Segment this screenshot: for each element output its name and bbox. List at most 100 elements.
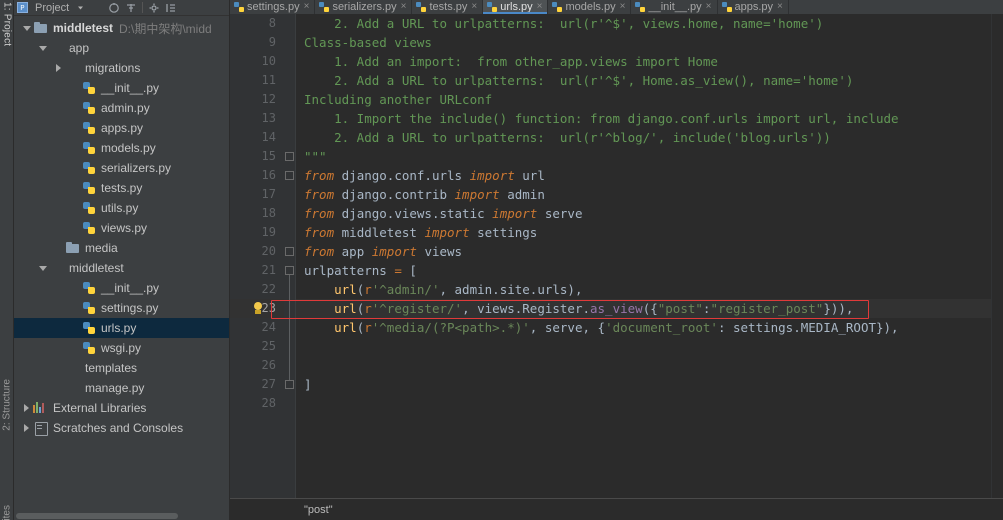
line-number[interactable]: 24 <box>230 318 284 337</box>
line-number[interactable]: 28 <box>230 394 284 413</box>
code-line-10[interactable]: 1. Add an import: from other_app.views i… <box>304 52 1003 71</box>
code-line-27[interactable]: ] <box>304 375 1003 394</box>
editor-tab-serializers-py[interactable]: serializers.py × <box>315 0 413 14</box>
close-icon[interactable]: × <box>537 2 543 12</box>
settings-gear-icon[interactable] <box>148 2 160 14</box>
line-number[interactable]: 16 <box>230 166 284 185</box>
chevron-down-icon[interactable] <box>36 258 49 278</box>
tree-item-wsgi-py[interactable]: wsgi.py <box>14 338 229 358</box>
code-line-24[interactable]: url(r'^media/(?P<path>.*)', serve, {'doc… <box>304 318 1003 337</box>
line-number[interactable]: 9 <box>230 33 284 52</box>
chevron-right-icon[interactable] <box>20 418 33 438</box>
line-number[interactable]: 11 <box>230 71 284 90</box>
tree-item--init-py[interactable]: __init__.py <box>14 78 229 98</box>
tree-item-scratches-and-consoles[interactable]: Scratches and Consoles <box>14 418 229 438</box>
code-line-17[interactable]: from django.contrib import admin <box>304 185 1003 204</box>
tree-item-utils-py[interactable]: utils.py <box>14 198 229 218</box>
scrollbar-thumb[interactable] <box>16 513 178 519</box>
line-number[interactable]: 12 <box>230 90 284 109</box>
chevron-right-icon[interactable] <box>20 398 33 418</box>
code-line-16[interactable]: from django.conf.urls import url <box>304 166 1003 185</box>
close-icon[interactable]: × <box>706 2 712 12</box>
chevron-right-icon[interactable] <box>52 58 65 78</box>
line-number[interactable]: 18 <box>230 204 284 223</box>
chevron-down-icon[interactable] <box>36 38 49 58</box>
tree-item-manage-py[interactable]: manage.py <box>14 378 229 398</box>
tool-window-button-favorites[interactable]: Favorites <box>1 505 12 520</box>
code-line-11[interactable]: 2. Add a URL to urlpatterns: url(r'^$', … <box>304 71 1003 90</box>
tree-item-external-libraries[interactable]: External Libraries <box>14 398 229 418</box>
line-number[interactable]: 17 <box>230 185 284 204</box>
line-number[interactable]: 25 <box>230 337 284 356</box>
hide-panel-icon[interactable] <box>165 2 177 14</box>
code-line-25[interactable] <box>304 337 1003 356</box>
editor-tab-urls-py[interactable]: urls.py × <box>483 0 549 14</box>
close-icon[interactable]: × <box>620 2 626 12</box>
close-icon[interactable]: × <box>471 2 477 12</box>
code-line-18[interactable]: from django.views.static import serve <box>304 204 1003 223</box>
line-number-gutter[interactable]: 8 9 10 11 12 13 14 15 16 17 18 19 20 21 22 23 24 25 26 27 28 <box>230 14 284 498</box>
fold-toggle-icon[interactable] <box>285 247 294 256</box>
tree-item-models-py[interactable]: models.py <box>14 138 229 158</box>
tree-item-views-py[interactable]: views.py <box>14 218 229 238</box>
line-number[interactable]: 13 <box>230 109 284 128</box>
expand-all-icon[interactable] <box>125 2 137 14</box>
code-line-12[interactable]: Including another URLconf <box>304 90 1003 109</box>
code-line-9[interactable]: Class-based views <box>304 33 1003 52</box>
editor-scrollbar[interactable] <box>991 14 1003 498</box>
fold-toggle-icon[interactable] <box>285 380 294 389</box>
project-horizontal-scrollbar[interactable] <box>14 510 229 520</box>
line-number[interactable]: 8 <box>230 14 284 33</box>
chevron-down-icon[interactable] <box>74 2 86 14</box>
code-line-21[interactable]: urlpatterns = [ <box>304 261 1003 280</box>
tree-item-admin-py[interactable]: admin.py <box>14 98 229 118</box>
tree-item-app[interactable]: app <box>14 38 229 58</box>
fold-toggle-icon[interactable] <box>285 152 294 161</box>
code-folding-column[interactable] <box>284 14 296 498</box>
editor-tab-settings-py[interactable]: settings.py × <box>230 0 316 14</box>
tree-item-settings-py[interactable]: settings.py <box>14 298 229 318</box>
line-number[interactable]: 10 <box>230 52 284 71</box>
code-line-23[interactable]: url(r'^register/', views.Register.as_vie… <box>296 299 1003 318</box>
close-icon[interactable]: × <box>304 2 310 12</box>
line-number[interactable]: 20 <box>230 242 284 261</box>
lightbulb-intention-icon[interactable] <box>252 302 264 316</box>
tree-item-tests-py[interactable]: tests.py <box>14 178 229 198</box>
tree-item--init-py[interactable]: __init__.py <box>14 278 229 298</box>
editor-tab--init-py[interactable]: __init__.py × <box>631 0 718 14</box>
editor-tab-models-py[interactable]: models.py × <box>548 0 632 14</box>
tree-item-media[interactable]: media <box>14 238 229 258</box>
code-line-19[interactable]: from middletest import settings <box>304 223 1003 242</box>
code-line-8[interactable]: 2. Add a URL to urlpatterns: url(r'^$', … <box>304 14 1003 33</box>
code-text[interactable]: 2. Add a URL to urlpatterns: url(r'^$', … <box>296 14 1003 498</box>
project-tree[interactable]: middletest D:\期中架构\midd app migrations __ini… <box>14 16 229 510</box>
code-line-14[interactable]: 2. Add a URL to urlpatterns: url(r'^blog… <box>304 128 1003 147</box>
close-icon[interactable]: × <box>401 2 407 12</box>
code-line-13[interactable]: 1. Import the include() function: from d… <box>304 109 1003 128</box>
line-number[interactable]: 15 <box>230 147 284 166</box>
code-line-15[interactable]: """ <box>304 147 1003 166</box>
line-number[interactable]: 26 <box>230 356 284 375</box>
editor-tab-tests-py[interactable]: tests.py × <box>412 0 484 14</box>
tool-window-button-structure[interactable]: 2: Structure <box>1 379 12 431</box>
tree-item-apps-py[interactable]: apps.py <box>14 118 229 138</box>
fold-toggle-icon[interactable] <box>285 266 294 275</box>
line-number[interactable]: 14 <box>230 128 284 147</box>
tree-item-middletest[interactable]: middletest D:\期中架构\midd <box>14 18 229 38</box>
close-icon[interactable]: × <box>777 2 783 12</box>
code-line-22[interactable]: url(r'^admin/', admin.site.urls), <box>304 280 1003 299</box>
tree-item-urls-py[interactable]: urls.py <box>14 318 229 338</box>
code-line-28[interactable] <box>304 394 1003 413</box>
line-number[interactable]: 22 <box>230 280 284 299</box>
tree-item-migrations[interactable]: migrations <box>14 58 229 78</box>
tree-item-serializers-py[interactable]: serializers.py <box>14 158 229 178</box>
line-number[interactable]: 21 <box>230 261 284 280</box>
collapse-all-icon[interactable] <box>108 2 120 14</box>
editor-tab-bar[interactable]: settings.py × serializers.py × tests.py × urls… <box>230 0 1003 14</box>
chevron-down-icon[interactable] <box>20 18 33 38</box>
line-number[interactable]: 19 <box>230 223 284 242</box>
code-line-26[interactable] <box>304 356 1003 375</box>
tree-item-templates[interactable]: templates <box>14 358 229 378</box>
code-line-20[interactable]: from app import views <box>304 242 1003 261</box>
tree-item-middletest[interactable]: middletest <box>14 258 229 278</box>
